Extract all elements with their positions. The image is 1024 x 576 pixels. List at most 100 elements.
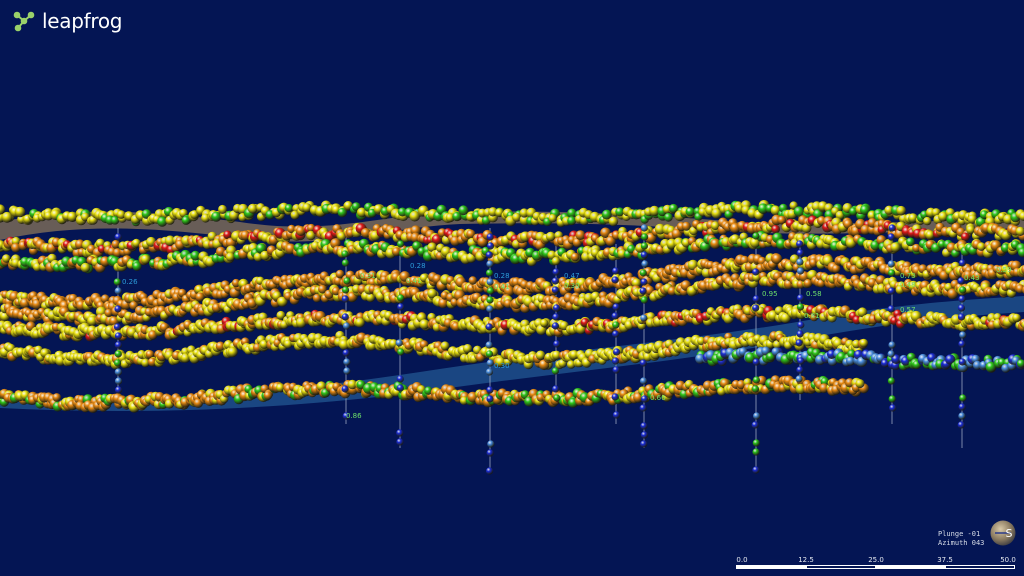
- assay-sphere: [855, 379, 865, 389]
- assay-label: 0.73: [900, 272, 916, 280]
- assay-sphere: [640, 278, 648, 286]
- assay-sphere: [227, 347, 238, 358]
- assay-sphere: [140, 254, 151, 265]
- assay-sphere: [887, 233, 895, 241]
- assay-label: 0.26: [122, 278, 138, 286]
- assay-label: 0.59: [996, 266, 1012, 274]
- assay-sphere: [67, 211, 78, 222]
- assay-sphere: [284, 204, 294, 213]
- assay-sphere: [396, 375, 404, 383]
- assay-sphere: [116, 210, 126, 219]
- assay-label: 0.30: [494, 362, 510, 370]
- assay-sphere: [796, 294, 805, 302]
- assay-label: 0.66: [650, 394, 666, 402]
- assay-sphere: [795, 375, 803, 383]
- assay-sphere: [397, 294, 405, 302]
- leapfrog-logo: leapfrog: [12, 8, 122, 34]
- assay-sphere: [342, 322, 351, 330]
- assay-sphere: [640, 251, 648, 259]
- assay-sphere: [797, 321, 805, 329]
- scale-tick-4: 50.0: [1000, 556, 1016, 564]
- assay-sphere: [114, 233, 122, 241]
- assay-sphere: [685, 207, 695, 217]
- assay-sphere: [611, 312, 619, 320]
- assay-sphere: [485, 269, 494, 277]
- assay-sphere: [397, 303, 405, 311]
- assay-sphere: [957, 304, 966, 312]
- assay-sphere: [959, 331, 967, 339]
- assay-sphere: [343, 367, 351, 375]
- assay-sphere: [752, 358, 760, 366]
- scale-tick-2: 25.0: [868, 556, 884, 564]
- assay-sphere: [552, 268, 560, 276]
- assay-sphere: [639, 269, 647, 277]
- assay-sphere: [751, 385, 760, 393]
- assay-sphere: [486, 305, 494, 313]
- assay-sphere: [639, 359, 647, 367]
- assay-sphere: [611, 357, 620, 365]
- assay-sphere: [341, 385, 349, 393]
- assay-label: 0.43: [964, 274, 980, 282]
- assay-sphere: [553, 340, 561, 348]
- assay-sphere: [225, 252, 235, 262]
- assay-sphere: [888, 395, 896, 403]
- assay-sphere: [486, 233, 494, 241]
- assay-sphere: [486, 359, 494, 367]
- assay-sphere: [752, 376, 761, 384]
- assay-sphere: [639, 377, 648, 385]
- assay-sphere: [958, 295, 966, 303]
- assay-sphere: [888, 341, 896, 349]
- assay-label: 0.31: [360, 272, 376, 280]
- assay-sphere: [796, 366, 804, 374]
- assay-sphere: [486, 449, 494, 457]
- assay-sphere: [796, 240, 804, 248]
- assay-sphere: [797, 357, 805, 365]
- scale-segment-1: [736, 565, 806, 569]
- assay-sphere: [485, 350, 494, 358]
- assay-sphere: [771, 224, 780, 234]
- assay-sphere: [485, 251, 493, 259]
- assay-sphere: [553, 394, 561, 402]
- assay-sphere: [796, 303, 805, 311]
- assay-sphere: [395, 339, 403, 347]
- assay-sphere: [611, 276, 619, 284]
- assay-sphere: [575, 230, 586, 241]
- logo-text: leapfrog: [42, 9, 123, 33]
- assay-sphere: [552, 385, 560, 393]
- assay-sphere: [889, 404, 897, 412]
- assay-sphere: [958, 259, 967, 267]
- assay-sphere: [957, 313, 966, 321]
- assay-sphere: [486, 386, 494, 394]
- 3d-scene-viewport[interactable]: 0.26 0.31 0.28 0.41 0.28 0.41 0.47 0.30 0.730.48…: [0, 0, 1024, 576]
- orientation-compass-icon[interactable]: S: [990, 520, 1016, 546]
- plunge-value: -01: [967, 530, 981, 538]
- assay-sphere: [14, 206, 26, 218]
- assay-sphere: [263, 391, 273, 400]
- assay-sphere: [752, 448, 760, 456]
- assay-sphere: [896, 205, 906, 216]
- scale-tick-1: 12.5: [798, 556, 814, 564]
- assay-sphere: [796, 258, 804, 266]
- assay-sphere: [113, 323, 122, 331]
- assay-sphere: [959, 286, 967, 294]
- assay-sphere: [752, 304, 760, 312]
- assay-sphere: [796, 249, 804, 257]
- assay-sphere: [486, 296, 494, 304]
- assay-sphere: [795, 339, 803, 347]
- assay-sphere: [1012, 313, 1021, 323]
- assay-sphere: [468, 276, 477, 285]
- assay-sphere: [114, 377, 123, 385]
- assay-sphere: [114, 287, 122, 295]
- leapfrog-logo-icon: [13, 11, 35, 32]
- assay-sphere: [608, 216, 619, 227]
- assay-sphere: [612, 411, 621, 419]
- azimuth-label: Azimuth: [938, 539, 968, 547]
- assay-sphere: [341, 313, 349, 321]
- assay-sphere: [640, 242, 649, 250]
- assay-sphere: [640, 314, 648, 322]
- assay-sphere: [114, 350, 122, 358]
- assay-label: 0.86: [346, 412, 362, 420]
- assay-sphere: [640, 440, 648, 448]
- scale-segment-3: [876, 565, 945, 569]
- assay-sphere: [640, 431, 649, 439]
